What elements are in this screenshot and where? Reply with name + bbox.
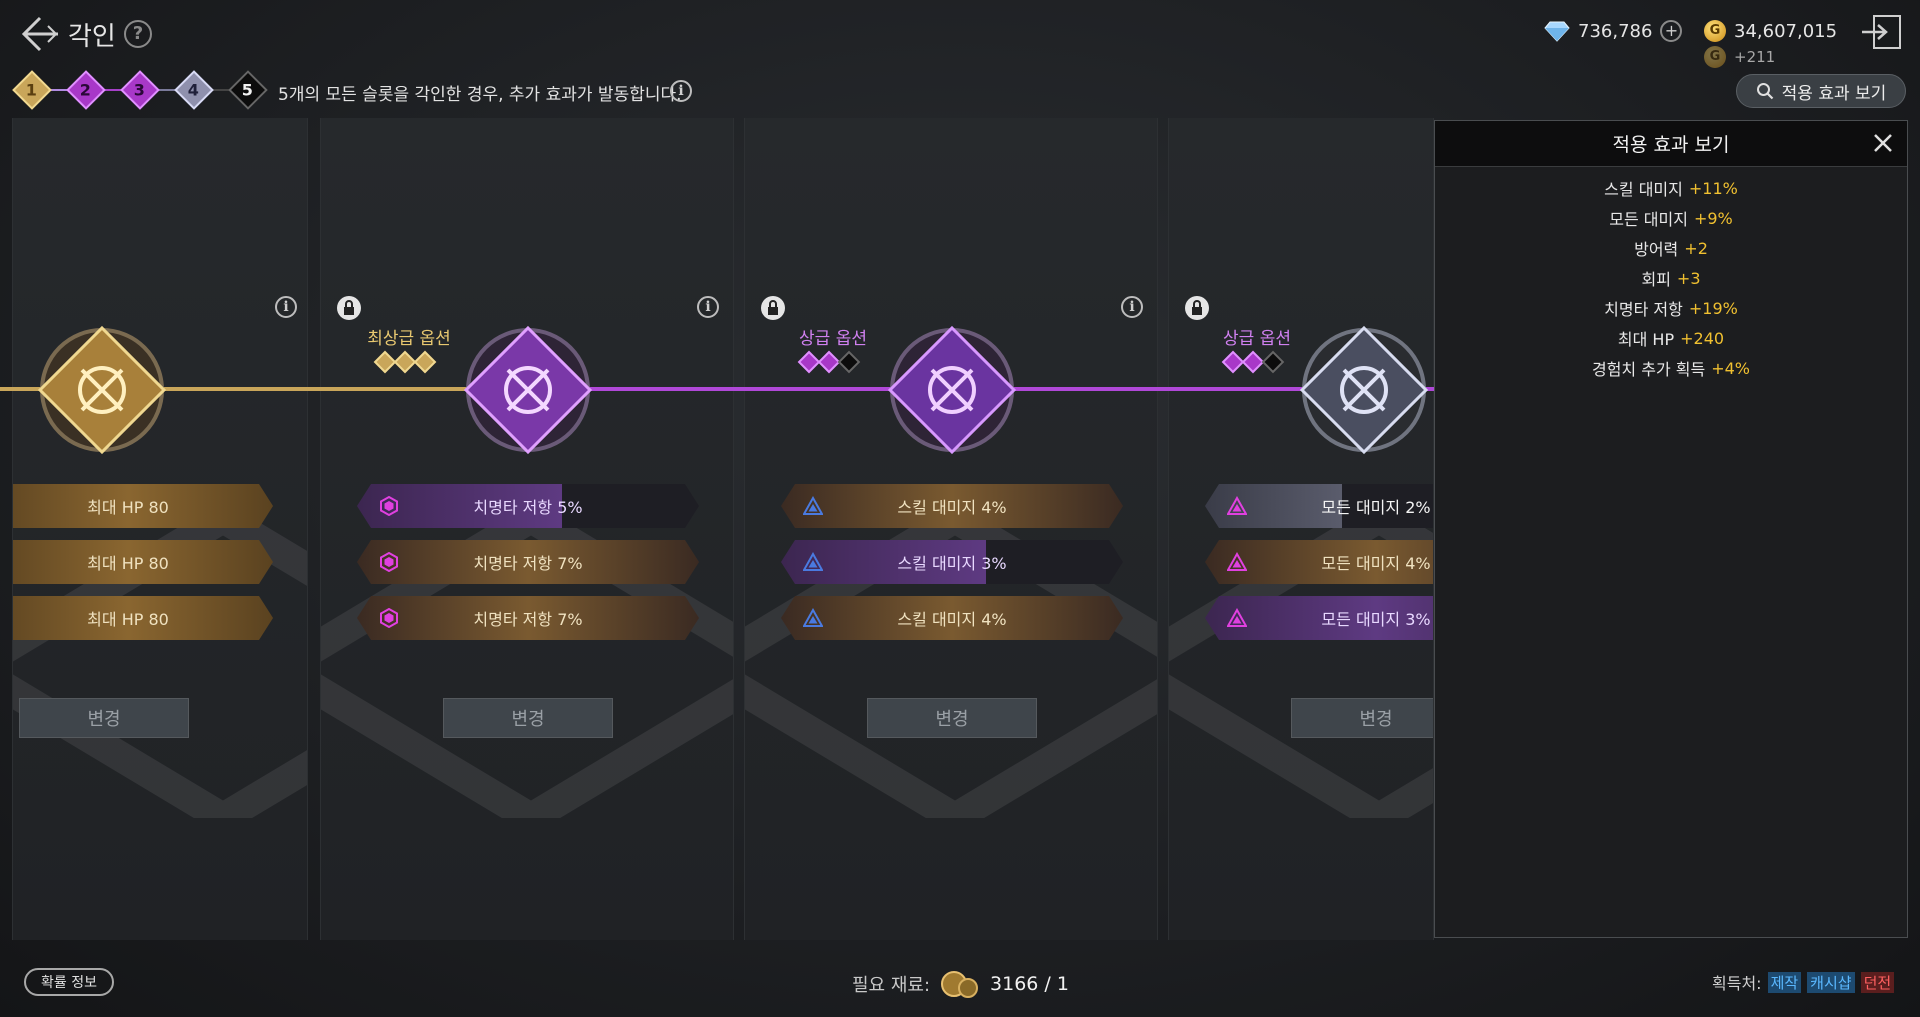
slot-progress: 1 2 3 4 5: [12, 70, 268, 110]
effect-row: 스킬 대미지 +11%: [1604, 178, 1738, 200]
gem-currency: 736,786 +: [1544, 20, 1683, 42]
view-effects-button[interactable]: 적용 효과 보기: [1736, 74, 1906, 108]
step-4: 4: [174, 70, 214, 110]
change-button[interactable]: 변경: [1291, 698, 1433, 738]
gold-income: G +211: [1704, 46, 1775, 68]
lock-icon[interactable]: [761, 296, 785, 320]
required-material: 필요 재료: 3166 / 1: [852, 968, 1069, 1000]
grade-pips: [373, 350, 437, 374]
grade-label: 최상급 옵션: [367, 329, 451, 349]
step-3: 3: [120, 70, 160, 110]
grade-pips: [1221, 350, 1285, 374]
engrave-column-4: 상급 옵션 모든 대미지 2% 모든 대미지 4% 모든 대미지 3% 변경: [1168, 118, 1434, 940]
option-slot[interactable]: 모든 대미지 4%: [1205, 540, 1434, 584]
exit-icon[interactable]: [1860, 14, 1904, 50]
rune-connector-line: [0, 387, 1440, 391]
triangle-icon: [803, 608, 823, 628]
gem-amount: 736,786: [1578, 20, 1653, 42]
lock-icon[interactable]: [337, 296, 361, 320]
option-slot[interactable]: 최대 HP 80: [12, 596, 273, 640]
effects-list: 스킬 대미지 +11% 모든 대미지 +9% 방어력 +2 회피 +3 치명타 저항 +1…: [1435, 167, 1907, 383]
search-icon: [1756, 83, 1773, 100]
add-gems-button[interactable]: +: [1660, 20, 1683, 42]
info-icon[interactable]: i: [275, 296, 297, 318]
info-icon[interactable]: i: [697, 296, 719, 318]
engrave-column-3: 상급 옵션 i 스킬 대미지 4% 스킬 대미지 3% 스킬 대미지 4% 변경: [744, 118, 1158, 940]
acquisition-sources: 획득처: 제작 캐시샵 던전: [1712, 970, 1895, 994]
purple-rune-gem-icon[interactable]: [882, 320, 1022, 460]
info-icon[interactable]: i: [1121, 296, 1143, 318]
step-1: 1: [12, 70, 52, 110]
engrave-column-2: 최상급 옵션 i 치명타 저항 5% 치명타 저항 7% 치명타 저항 7% 변…: [320, 118, 734, 940]
purple-rune-gem-icon[interactable]: [458, 320, 598, 460]
source-dungeon-link[interactable]: 던전: [1860, 971, 1895, 993]
option-slot[interactable]: 모든 대미지 2%: [1205, 484, 1434, 528]
page-title: 각인: [68, 22, 116, 52]
gold-currency: G 34,607,015: [1704, 20, 1837, 42]
hexagon-icon: [379, 608, 399, 628]
gold-amount: 34,607,015: [1734, 20, 1838, 42]
option-slot[interactable]: 최대 HP 80: [12, 540, 273, 584]
bottom-bar: 확률 정보 필요 재료: 3166 / 1 획득처: 제작 캐시샵 던전: [0, 948, 1920, 1017]
triangle-icon: [1227, 552, 1247, 572]
source-craft-link[interactable]: 제작: [1767, 971, 1802, 993]
effect-row: 방어력 +2: [1634, 238, 1708, 260]
option-slot[interactable]: 치명타 저항 7%: [357, 596, 699, 640]
set-bonus-notice: 5개의 모든 슬롯을 각인한 경우, 추가 효과가 발동합니다.: [278, 85, 682, 105]
gold-coin-icon: G: [1704, 46, 1726, 68]
option-slot[interactable]: 치명타 저항 5%: [357, 484, 699, 528]
change-button[interactable]: 변경: [443, 698, 613, 738]
effect-row: 최대 HP +240: [1617, 328, 1725, 350]
grade-label: 상급 옵션: [799, 329, 867, 349]
source-cashshop-link[interactable]: 캐시샵: [1807, 971, 1855, 993]
hexagon-icon: [379, 552, 399, 572]
back-arrow-icon[interactable]: [18, 12, 62, 56]
grade-pips: [797, 350, 861, 374]
option-slot[interactable]: 스킬 대미지 3%: [781, 540, 1123, 584]
triangle-icon: [803, 496, 823, 516]
gold-income-amount: +211: [1734, 48, 1776, 66]
gold-coin-icon: G: [1704, 20, 1726, 42]
help-icon[interactable]: ?: [124, 20, 152, 48]
probability-info-button[interactable]: 확률 정보: [24, 968, 114, 996]
effect-row: 경험치 추가 획득 +4%: [1591, 358, 1750, 380]
option-slot[interactable]: 최대 HP 80: [12, 484, 273, 528]
gold-rune-gem-icon[interactable]: [32, 320, 172, 460]
effect-row: 모든 대미지 +9%: [1609, 208, 1733, 230]
change-button[interactable]: 변경: [19, 698, 189, 738]
change-button[interactable]: 변경: [867, 698, 1037, 738]
option-slot[interactable]: 모든 대미지 3%: [1205, 596, 1434, 640]
option-slot[interactable]: 스킬 대미지 4%: [781, 596, 1123, 640]
lock-icon[interactable]: [1185, 296, 1209, 320]
hexagon-icon: [379, 496, 399, 516]
panel-header: 적용 효과 보기: [1435, 121, 1907, 167]
material-coin-icon: [941, 971, 979, 998]
top-bar: 각인 ? 736,786 + G 34,607,015 G +211 1 2 3…: [0, 0, 1920, 120]
info-icon[interactable]: i: [670, 80, 692, 102]
triangle-icon: [803, 552, 823, 572]
close-icon[interactable]: [1871, 131, 1895, 155]
diamond-icon: [1544, 21, 1570, 42]
effect-row: 회피 +3: [1641, 268, 1701, 290]
option-slot[interactable]: 스킬 대미지 4%: [781, 484, 1123, 528]
triangle-icon: [1227, 496, 1247, 516]
silver-rune-gem-icon[interactable]: [1294, 320, 1434, 460]
step-5: 5: [228, 70, 268, 110]
engrave-column-1: i 최대 HP 80 최대 HP 80 최대 HP 80 변경: [12, 118, 308, 940]
effect-row: 치명타 저항 +19%: [1604, 298, 1738, 320]
applied-effects-panel: 적용 효과 보기 스킬 대미지 +11% 모든 대미지 +9% 방어력 +2 회피 +3…: [1434, 120, 1908, 938]
step-2: 2: [66, 70, 106, 110]
engraving-screen: 각인 ? 736,786 + G 34,607,015 G +211 1 2 3…: [0, 0, 1920, 1017]
triangle-icon: [1227, 608, 1247, 628]
option-slot[interactable]: 치명타 저항 7%: [357, 540, 699, 584]
